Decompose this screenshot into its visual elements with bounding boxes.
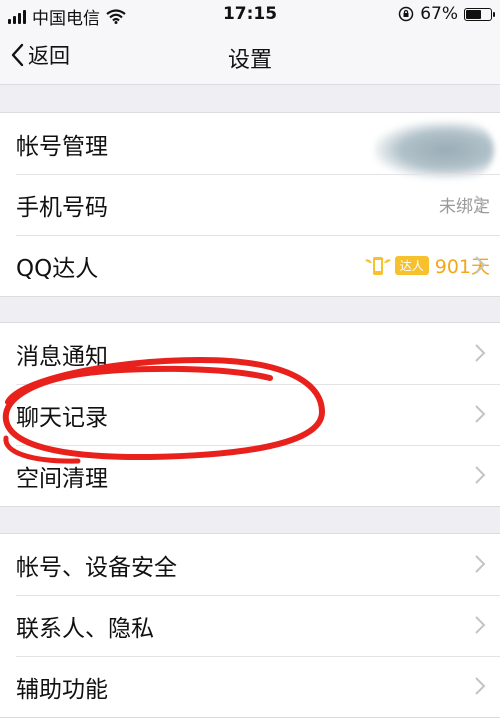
row-label: 空间清理 [16,465,108,492]
battery-percent: 67% [420,4,458,24]
chevron-right-icon [475,405,486,423]
row-storage-cleanup[interactable]: 空间清理 [0,445,500,506]
battery-icon [464,7,495,21]
orientation-lock-icon [398,6,414,22]
talent-pill: 达人 [394,256,429,275]
security-group: 帐号、设备安全 联系人、隐私 辅助功能 [0,533,500,718]
row-account-management[interactable]: 帐号管理 [0,113,500,179]
chevron-right-icon [475,555,486,573]
chevron-right-icon [475,256,486,274]
chevron-right-icon [475,195,486,213]
talent-badge: 达人 901天 [363,252,490,279]
row-label: 消息通知 [16,343,108,370]
row-contacts-privacy[interactable]: 联系人、隐私 [0,595,500,656]
chat-group: 消息通知 聊天记录 空间清理 [0,322,500,507]
row-label: 帐号、设备安全 [16,554,177,581]
row-label: 聊天记录 [16,404,108,431]
blurred-account-avatar [374,121,494,179]
row-phone-number[interactable]: 手机号码 未绑定 [0,174,500,235]
account-group: 帐号管理 手机号码 未绑定 QQ达人 达人 901天 [0,112,500,297]
nav-bar: 返回 设置 [0,30,500,85]
page-title: 设置 [227,48,272,73]
chevron-right-icon [475,344,486,362]
row-label: 辅助功能 [16,676,108,703]
row-account-device-security[interactable]: 帐号、设备安全 [0,534,500,595]
row-label: 联系人、隐私 [16,615,154,642]
chevron-right-icon [475,677,486,695]
chevron-right-icon [475,616,486,634]
row-accessibility[interactable]: 辅助功能 [0,656,500,717]
row-label: QQ达人 [16,255,99,282]
row-qq-talent[interactable]: QQ达人 达人 901天 [0,235,500,296]
row-notifications[interactable]: 消息通知 [0,323,500,384]
status-right: 67% [398,4,495,24]
winged-phone-icon [364,256,391,275]
row-label: 手机号码 [16,194,108,221]
row-chat-history[interactable]: 聊天记录 [0,384,500,445]
chevron-right-icon [475,466,486,484]
status-bar: 中国电信 17:15 67% [0,0,500,30]
